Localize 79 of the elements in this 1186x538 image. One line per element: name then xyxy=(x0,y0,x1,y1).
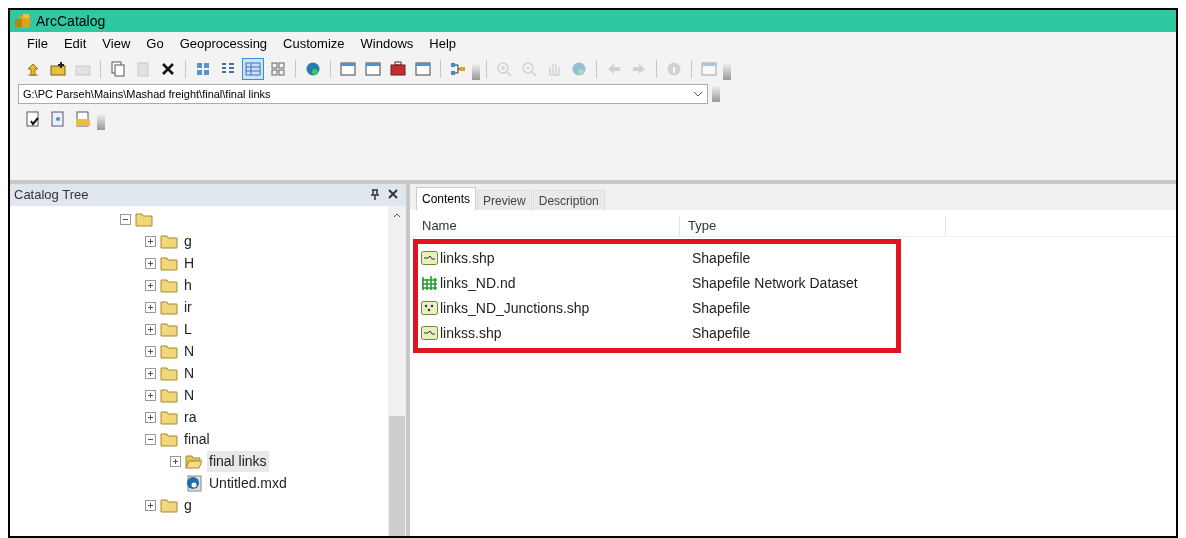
network-grid-icon xyxy=(421,275,438,291)
location-text: G:\PC Parseh\Mains\Mashad freight\final\final links xyxy=(23,86,272,102)
file-name[interactable]: links.shp xyxy=(440,247,495,269)
tab[interactable]: Preview xyxy=(477,190,532,210)
toolbar-overflow-button[interactable] xyxy=(472,64,480,80)
folder-icon xyxy=(160,298,178,316)
expand-icon[interactable] xyxy=(145,323,156,335)
tree-item-label[interactable]: g xyxy=(182,494,194,516)
expand-icon[interactable] xyxy=(145,499,156,511)
file-type: Shapefile xyxy=(691,298,751,318)
expand-icon[interactable] xyxy=(145,389,156,401)
expand-icon[interactable] xyxy=(145,257,156,269)
menu-item[interactable]: Customize xyxy=(276,32,352,56)
tree-item-label[interactable]: g xyxy=(182,230,194,252)
pin-icon[interactable] xyxy=(370,189,380,201)
file-name[interactable]: linkss.shp xyxy=(440,322,502,344)
tree-item-label[interactable]: H xyxy=(182,252,197,274)
tree-item-label[interactable]: L xyxy=(182,318,194,340)
folder-icon xyxy=(160,386,178,404)
toolbar-overflow-button[interactable] xyxy=(97,114,105,130)
menu-item[interactable]: Go xyxy=(139,32,171,56)
window-title: ArcCatalog xyxy=(36,11,106,31)
folder-icon xyxy=(160,430,178,448)
location-field[interactable]: G:\PC Parseh\Mains\Mashad freight\final\final links xyxy=(18,84,708,104)
folder-icon xyxy=(160,254,178,272)
expand-icon[interactable] xyxy=(145,279,156,291)
expand-icon[interactable] xyxy=(145,345,156,357)
scroll-thumb[interactable] xyxy=(389,416,405,536)
file-name[interactable]: links_ND_Junctions.shp xyxy=(440,297,590,319)
expand-icon[interactable] xyxy=(145,367,156,379)
menu-item[interactable]: File xyxy=(20,32,55,56)
collapse-icon[interactable] xyxy=(145,433,156,445)
expand-icon[interactable] xyxy=(170,455,181,467)
folder-icon xyxy=(160,320,178,338)
folder-icon xyxy=(160,276,178,294)
tree-item-label[interactable]: N xyxy=(182,362,197,384)
tree-item-label[interactable]: final links xyxy=(207,450,269,472)
file-type: Shapefile Network Dataset xyxy=(691,273,858,293)
menu-item[interactable]: View xyxy=(95,32,138,56)
folder-icon xyxy=(160,496,178,514)
tree-item-label[interactable]: N xyxy=(182,340,197,362)
expand-icon[interactable] xyxy=(145,411,156,423)
menu-item[interactable]: Windows xyxy=(353,32,421,56)
collapse-icon[interactable] xyxy=(120,213,131,225)
menu-item[interactable]: Help xyxy=(422,32,464,56)
tree-item-label[interactable]: final xyxy=(182,428,212,450)
menu-item[interactable]: Edit xyxy=(56,32,94,56)
expand-icon[interactable] xyxy=(145,301,156,313)
tab[interactable]: Contents xyxy=(416,187,477,210)
tree-item-label[interactable]: ir xyxy=(182,296,194,318)
expand-icon[interactable] xyxy=(145,235,156,247)
tree-item-label[interactable]: h xyxy=(182,274,194,296)
line-feature-icon xyxy=(421,325,438,341)
file-name[interactable]: links_ND.nd xyxy=(440,272,516,294)
tree-item-label[interactable]: ra xyxy=(182,406,199,428)
close-icon[interactable] xyxy=(388,189,398,199)
dropdown-icon xyxy=(693,90,703,98)
folder-icon xyxy=(160,342,178,360)
toolbar-overflow-button[interactable] xyxy=(712,86,720,102)
folder-icon xyxy=(160,364,178,382)
point-feature-icon xyxy=(421,300,438,316)
folder-icon xyxy=(160,408,178,426)
open-folder-icon xyxy=(185,452,203,470)
column-header[interactable]: Name xyxy=(410,216,680,236)
folder-icon xyxy=(135,210,153,228)
file-type: Shapefile xyxy=(691,323,751,343)
map-document-icon xyxy=(185,474,203,492)
pane-title: Catalog Tree xyxy=(14,186,89,205)
column-header[interactable]: Type xyxy=(680,216,946,236)
toolbar-overflow-button[interactable] xyxy=(723,64,731,80)
file-type: Shapefile xyxy=(691,248,751,268)
tab[interactable]: Description xyxy=(532,190,605,210)
app-icon xyxy=(14,13,32,29)
menu-item[interactable]: Geoprocessing xyxy=(172,32,275,56)
scrollbar[interactable] xyxy=(388,206,406,536)
line-feature-icon xyxy=(421,250,438,266)
tree-item-label[interactable]: Untitled.mxd xyxy=(207,472,289,494)
folder-icon xyxy=(160,232,178,250)
tree-item-label[interactable]: N xyxy=(182,384,197,406)
